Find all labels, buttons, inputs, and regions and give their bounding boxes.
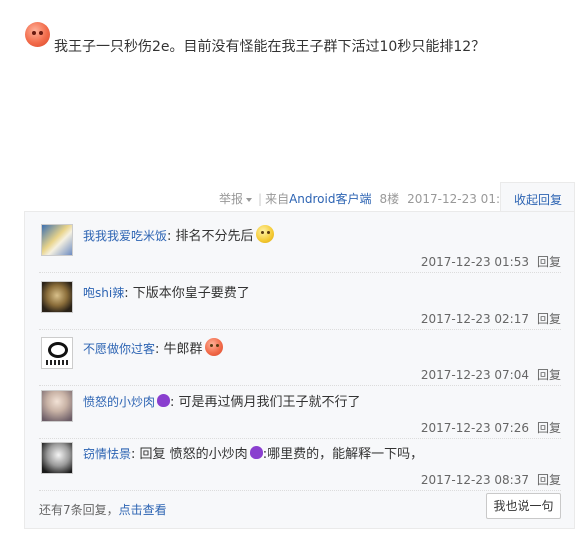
angry-face-icon [204,338,223,356]
reply-meta: 2017-12-23 01:53 回复 [421,253,561,270]
report-button[interactable]: 举报 [219,192,243,206]
list-item: 愤怒的小炒肉: 可是再过俩月我们王子就不行了 2017-12-23 07:26 回… [39,386,561,439]
post-meta: 举报 | 来自Android客户端 8楼 2017-12-23 01:50 [219,190,515,207]
reply-username[interactable]: 我我我爱吃米饭 [83,229,167,243]
collapse-replies-tab[interactable]: 收起回复 [500,182,575,212]
angry-face-icon [25,22,50,47]
reply-list: 我我我爱吃米饭: 排名不分先后 2017-12-23 01:53 回复 咆shi辣… [24,211,575,529]
avatar[interactable] [41,281,73,313]
avatar[interactable] [41,390,73,422]
avatar[interactable] [41,337,73,369]
reply-line: 愤怒的小炒肉: 可是再过俩月我们王子就不行了 [83,394,361,410]
more-count: 还有7条回复， [39,503,119,517]
reply-time: 2017-12-23 07:04 [420,368,529,382]
meta-separator: | [258,192,263,206]
reply-prefix: 回复 愤怒的小炒肉 [139,447,248,462]
devil-icon [249,446,263,459]
reply-username[interactable]: 愤怒的小炒肉 [83,395,155,409]
reply-line: 咆shi辣: 下版本你皇子要费了 [83,286,250,301]
smile-icon [255,225,274,243]
source-link[interactable]: Android客户端 [289,192,371,206]
devil-icon [157,394,171,407]
reply-username[interactable]: 咆shi辣 [83,286,124,300]
list-item: 窃情怯景: 回复 愤怒的小炒肉:哪里费的，能解释一下吗， 2017-12-23 … [39,438,561,491]
reply-text: :哪里费的，能解释一下吗， [262,447,424,462]
reply-button[interactable]: 回复 [537,473,561,487]
chevron-down-icon[interactable] [246,197,253,202]
collapse-replies-label[interactable]: 收起回复 [514,191,562,208]
reply-meta: 2017-12-23 07:26 回复 [421,419,561,436]
reply-meta: 2017-12-23 07:04 回复 [421,366,561,383]
reply-username[interactable]: 不愿做你过客 [83,342,155,356]
reply-text: 牛郎群 [163,342,203,357]
reply-time: 2017-12-23 02:17 [420,312,529,326]
view-more-link[interactable]: 点击查看 [119,503,167,517]
reply-line: 窃情怯景: 回复 愤怒的小炒肉:哪里费的，能解释一下吗， [83,446,424,462]
list-item: 不愿做你过客: 牛郎群 2017-12-23 07:04 回复 [39,333,561,386]
reply-text: 可是再过俩月我们王子就不行了 [178,395,361,410]
reply-text: 下版本你皇子要费了 [132,286,250,301]
reply-meta: 2017-12-23 02:17 回复 [421,310,561,327]
reply-button[interactable]: 回复 [537,255,561,269]
floor-number: 8楼 [379,192,400,206]
avatar[interactable] [41,442,73,474]
post-text: 我王子一只秒伤2e。目前没有怪能在我王子群下活过10秒只能排12？ [54,39,486,55]
reply-meta: 2017-12-23 08:37 回复 [421,471,561,488]
reply-line: 不愿做你过客: 牛郎群 [83,338,223,357]
reply-text: 排名不分先后 [175,229,254,244]
source-prefix: 来自 [265,192,290,206]
say-something-button[interactable]: 我也说一句 [486,493,561,519]
reply-username[interactable]: 窃情怯景 [83,447,131,461]
avatar[interactable] [41,224,73,256]
reply-time: 2017-12-23 01:53 [420,255,529,269]
more-replies: 还有7条回复，点击查看 [39,501,167,518]
reply-button[interactable]: 回复 [537,368,561,382]
reply-button[interactable]: 回复 [537,421,561,435]
reply-time: 2017-12-23 08:37 [420,473,529,487]
list-item: 我我我爱吃米饭: 排名不分先后 2017-12-23 01:53 回复 [39,220,561,273]
list-item: 咆shi辣: 下版本你皇子要费了 2017-12-23 02:17 回复 [39,277,561,330]
reply-line: 我我我爱吃米饭: 排名不分先后 [83,225,274,244]
reply-time: 2017-12-23 07:26 [420,421,529,435]
reply-button[interactable]: 回复 [537,312,561,326]
